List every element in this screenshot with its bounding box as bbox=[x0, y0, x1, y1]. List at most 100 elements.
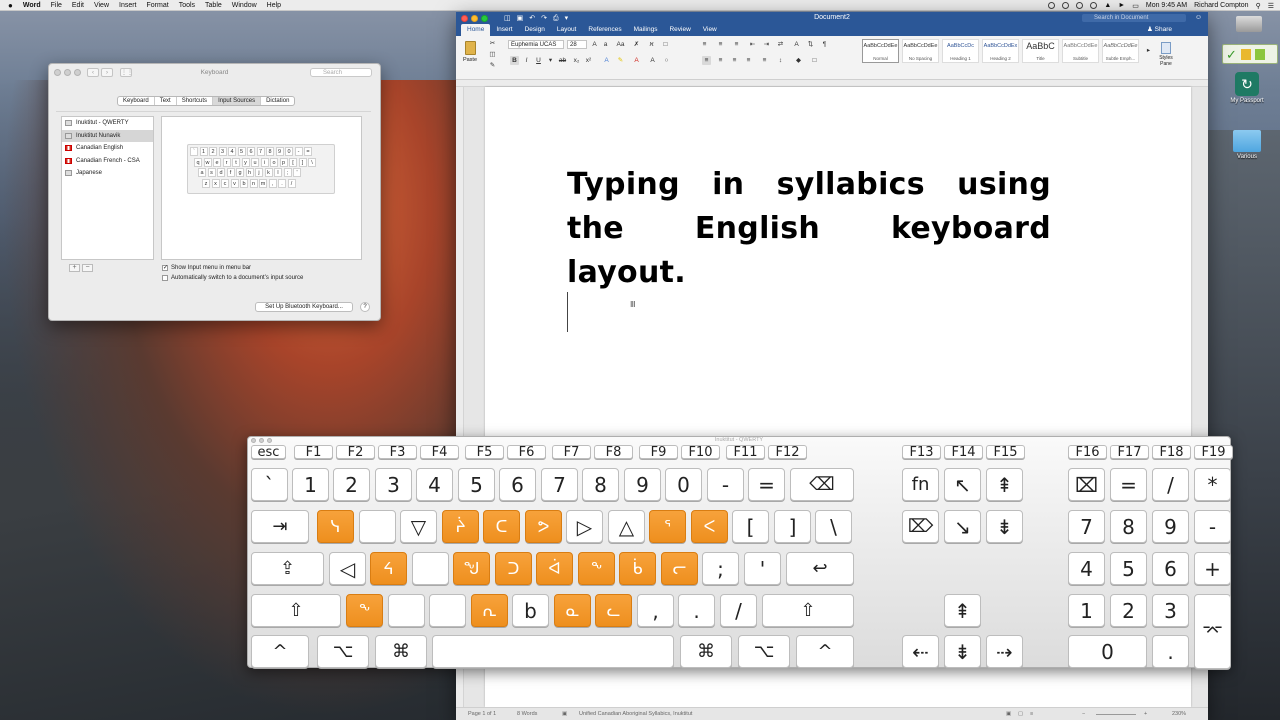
input-source-japanese[interactable]: Japanese bbox=[62, 167, 153, 180]
menu-table[interactable]: Table bbox=[205, 2, 222, 9]
tab-design[interactable]: Design bbox=[519, 24, 551, 36]
key-period[interactable]: . bbox=[678, 594, 715, 627]
zoom-in-icon[interactable]: + bbox=[1144, 708, 1147, 720]
key-left-bracket[interactable]: [ bbox=[732, 510, 769, 543]
key-g[interactable]: ᑐ bbox=[495, 552, 532, 585]
key-numpad-4[interactable]: 4 bbox=[1068, 552, 1105, 585]
word-count[interactable]: 8 Words bbox=[517, 708, 537, 720]
key-page-down[interactable]: ⇟ bbox=[986, 510, 1023, 543]
key-f2[interactable]: F2 bbox=[336, 445, 375, 459]
key-f8[interactable]: F8 bbox=[594, 445, 633, 459]
chevron-down-icon[interactable]: ▾ bbox=[546, 56, 555, 65]
minimize-button[interactable] bbox=[471, 15, 478, 22]
key-f5[interactable]: F5 bbox=[465, 445, 504, 459]
tab-mailings[interactable]: Mailings bbox=[628, 24, 664, 36]
key-down[interactable]: ⇟ bbox=[944, 635, 981, 668]
key-up[interactable]: ⇞ bbox=[944, 594, 981, 627]
subscript-button[interactable]: x₂ bbox=[572, 56, 581, 65]
key-o[interactable]: ᕐ bbox=[649, 510, 686, 543]
menu-help[interactable]: Help bbox=[267, 2, 281, 9]
key-f13[interactable]: F13 bbox=[902, 445, 941, 459]
shrink-font-icon[interactable]: a bbox=[601, 40, 610, 49]
search-input[interactable]: Search bbox=[310, 68, 372, 77]
key-numpad-decimal[interactable]: . bbox=[1152, 635, 1189, 668]
key-f6[interactable]: F6 bbox=[507, 445, 546, 459]
style-title[interactable]: AaBbC Title bbox=[1022, 39, 1059, 63]
key-numpad-7[interactable]: 7 bbox=[1068, 510, 1105, 543]
grow-font-icon[interactable]: A bbox=[590, 40, 599, 49]
key-esc[interactable]: esc bbox=[251, 445, 286, 459]
key-4[interactable]: 4 bbox=[416, 468, 453, 501]
menu-edit[interactable]: Edit bbox=[72, 2, 84, 9]
tab-input-sources[interactable]: Input Sources bbox=[213, 97, 262, 105]
key-right-control[interactable]: ^ bbox=[796, 635, 854, 668]
close-button[interactable] bbox=[461, 15, 468, 22]
key-c[interactable] bbox=[429, 594, 466, 627]
bold-button[interactable]: B bbox=[510, 56, 519, 65]
key-numpad-plus[interactable]: + bbox=[1194, 552, 1231, 585]
key-u[interactable]: ▷ bbox=[566, 510, 603, 543]
key-r[interactable]: ᔩ bbox=[442, 510, 479, 543]
sort-icon[interactable]: ⇅ bbox=[806, 40, 815, 49]
key-p[interactable]: ᐸ bbox=[691, 510, 728, 543]
menu-view[interactable]: View bbox=[94, 2, 109, 9]
apple-menu-icon[interactable]: ● bbox=[8, 1, 13, 10]
key-d[interactable] bbox=[412, 552, 449, 585]
key-slash[interactable]: / bbox=[720, 594, 757, 627]
key-numpad-divide[interactable]: / bbox=[1152, 468, 1189, 501]
key-return[interactable]: ↩ bbox=[786, 552, 854, 585]
zoom-level[interactable]: 230% bbox=[1172, 708, 1186, 720]
key-f18[interactable]: F18 bbox=[1152, 445, 1191, 459]
key-7[interactable]: 7 bbox=[541, 468, 578, 501]
superscript-button[interactable]: x² bbox=[584, 56, 593, 65]
asian-layout-icon[interactable]: A bbox=[792, 40, 801, 49]
key-numpad-6[interactable]: 6 bbox=[1152, 552, 1189, 585]
notification-center-icon[interactable]: ☰ bbox=[1268, 2, 1274, 10]
character-shading-icon[interactable]: A bbox=[648, 56, 657, 65]
search-document-input[interactable]: Search in Document bbox=[1082, 14, 1186, 22]
print-layout-view-icon[interactable]: ▣ bbox=[1006, 708, 1011, 720]
key-f7[interactable]: F7 bbox=[552, 445, 591, 459]
text-effects-icon[interactable]: A bbox=[602, 56, 611, 65]
cut-icon[interactable]: ✂ bbox=[488, 39, 497, 48]
key-home[interactable]: ↖ bbox=[944, 468, 981, 501]
strikethrough-button[interactable]: ab bbox=[558, 56, 567, 65]
key-quote[interactable]: ' bbox=[744, 552, 781, 585]
key-f16[interactable]: F16 bbox=[1068, 445, 1107, 459]
battery-icon[interactable]: ▭ bbox=[1132, 2, 1139, 10]
desktop-icon-mypassport[interactable]: ↻ My Passport bbox=[1222, 72, 1272, 104]
key-right-shift[interactable]: ⇧ bbox=[762, 594, 854, 627]
key-i[interactable]: △ bbox=[608, 510, 645, 543]
key-space[interactable] bbox=[432, 635, 674, 668]
tab-view[interactable]: View bbox=[697, 24, 723, 36]
tab-home[interactable]: Home bbox=[461, 24, 491, 36]
key-k[interactable]: ᑳ bbox=[619, 552, 656, 585]
input-source-inuktitut-nunavik[interactable]: Inuktitut Nunavik bbox=[62, 129, 153, 142]
key-equals[interactable]: = bbox=[748, 468, 785, 501]
status-icon-3[interactable] bbox=[1076, 2, 1084, 9]
key-end[interactable]: ↘ bbox=[944, 510, 981, 543]
menu-window[interactable]: Window bbox=[232, 2, 257, 9]
tab-review[interactable]: Review bbox=[663, 24, 696, 36]
key-numpad-enter[interactable]: ⌤ bbox=[1194, 594, 1231, 669]
key-t[interactable]: ᑕ bbox=[483, 510, 520, 543]
key-6[interactable]: 6 bbox=[499, 468, 536, 501]
style-heading-2[interactable]: AaBbCcDdEx Heading 2 bbox=[982, 39, 1019, 63]
input-source-inuktitut-qwerty[interactable]: Inuktitut - QWERTY bbox=[62, 117, 153, 130]
shading-icon[interactable]: ◆ bbox=[794, 56, 803, 65]
text-direction-icon[interactable]: ⇄ bbox=[776, 40, 785, 49]
key-8[interactable]: 8 bbox=[582, 468, 619, 501]
multilevel-list-icon[interactable]: ≡ bbox=[732, 40, 741, 49]
copy-icon[interactable]: ◫ bbox=[488, 50, 497, 59]
tab-layout[interactable]: Layout bbox=[551, 24, 583, 36]
language[interactable]: Unified Canadian Aboriginal Syllabics, I… bbox=[579, 708, 692, 720]
decrease-indent-icon[interactable]: ⇤ bbox=[748, 40, 757, 49]
key-n[interactable]: ᓇ bbox=[554, 594, 591, 627]
key-m[interactable]: ᓚ bbox=[595, 594, 632, 627]
key-x[interactable] bbox=[388, 594, 425, 627]
key-f[interactable]: ᖑ bbox=[453, 552, 490, 585]
key-1[interactable]: 1 bbox=[292, 468, 329, 501]
key-right[interactable]: ⇢ bbox=[986, 635, 1023, 668]
key-b[interactable]: b bbox=[512, 594, 549, 627]
key-f9[interactable]: F9 bbox=[639, 445, 678, 459]
